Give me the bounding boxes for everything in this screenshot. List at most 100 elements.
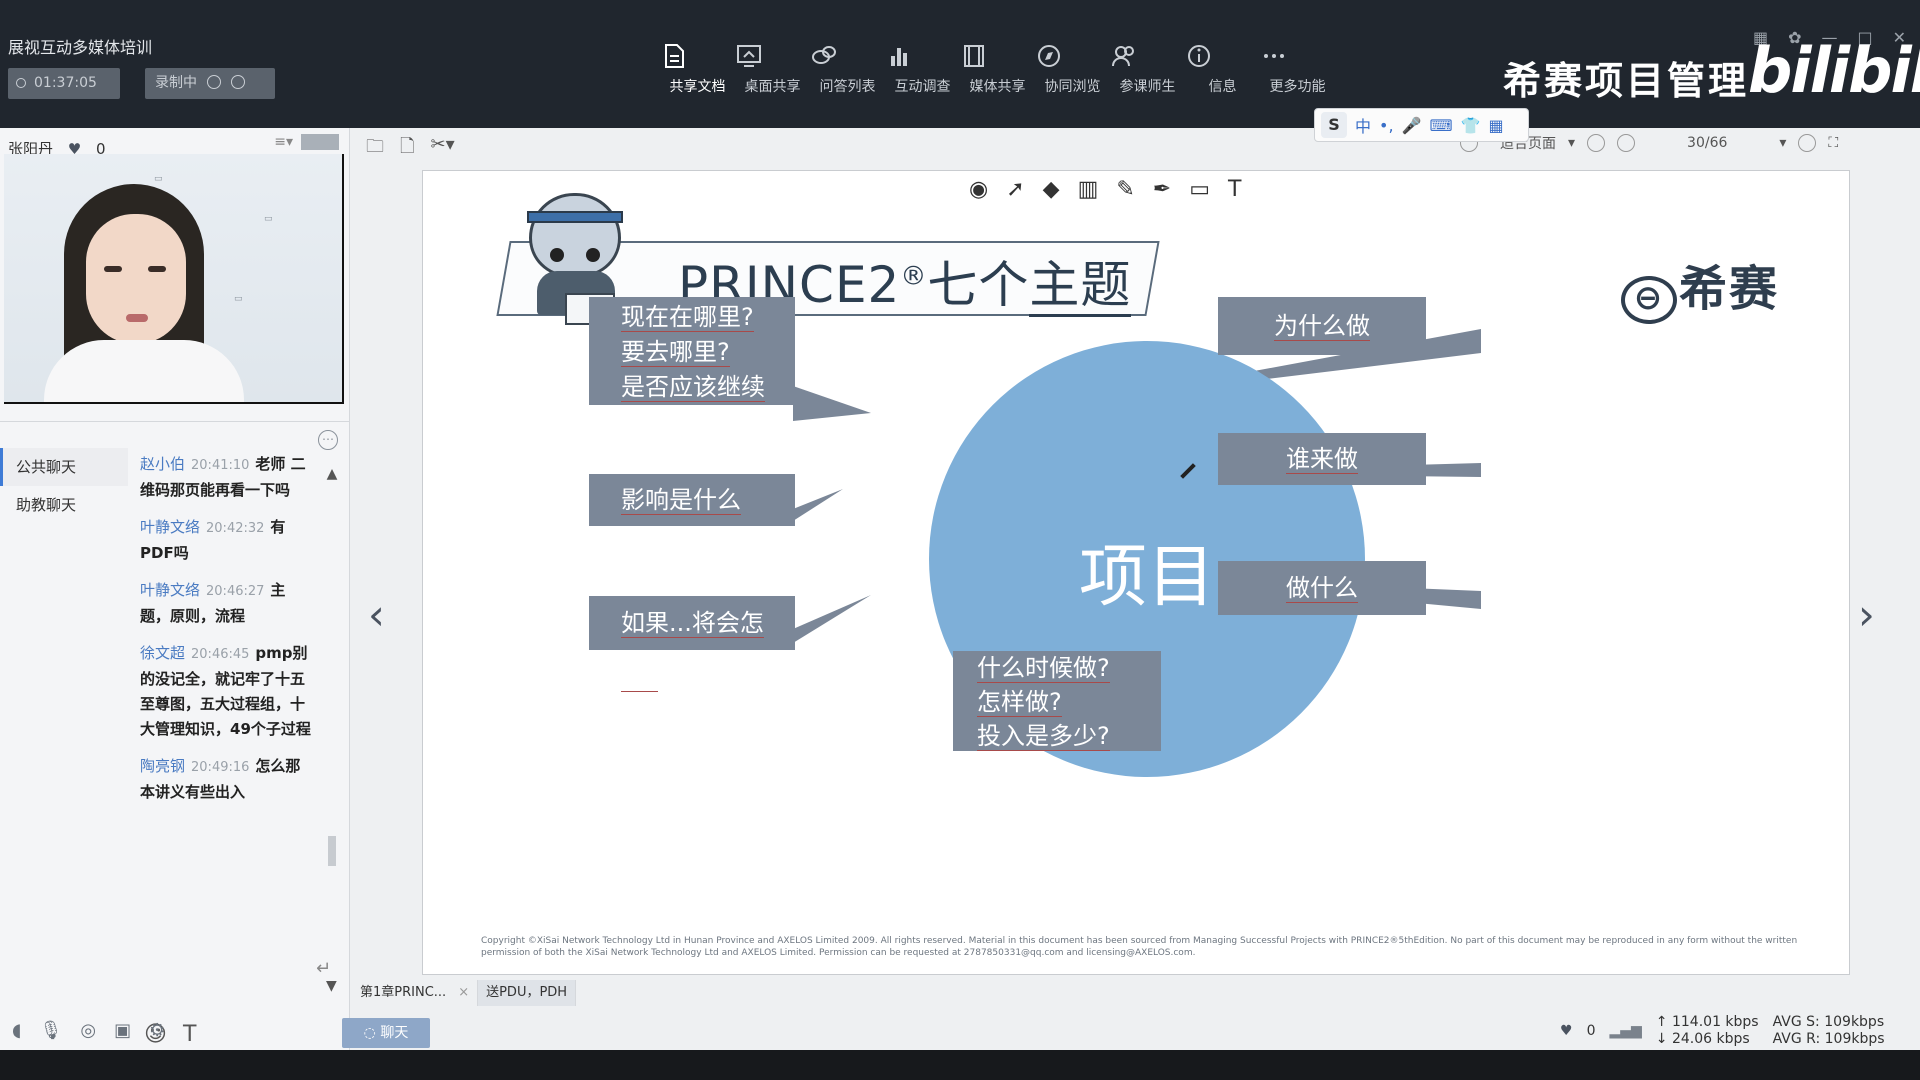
annotation-toolbar: ◉ ➚ ◆ ▥ ✎ ✒ ▭ T: [969, 177, 1241, 202]
chevron-down-icon[interactable]: ▼: [326, 978, 337, 994]
box-text: 什么时候做?: [977, 654, 1110, 683]
doc-tab[interactable]: 第1章PRINC... ×: [352, 980, 479, 1006]
fullscreen-icon[interactable]: ⛶: [1828, 135, 1838, 151]
tab-assistant-chat[interactable]: 助教聊天: [0, 486, 128, 524]
doc-tab[interactable]: 送PDU，PDH: [478, 980, 577, 1006]
chat-options-icon[interactable]: ⋯: [318, 430, 338, 450]
more-icon: [1264, 54, 1284, 58]
clock-icon: [16, 78, 26, 88]
screen-icon[interactable]: ▣: [114, 1020, 131, 1041]
box-line: 现在在哪里?: [589, 297, 795, 335]
apps-icon[interactable]: ▦: [1488, 116, 1503, 135]
users-icon: [1112, 46, 1134, 67]
enter-icon[interactable]: ↵: [316, 958, 331, 979]
chat-time: 20:41:10: [191, 458, 250, 473]
tool-desktop-share[interactable]: 桌面共享: [735, 42, 810, 106]
scroll-thumb[interactable]: [328, 836, 336, 866]
upload-icon: ↑: [1655, 1014, 1672, 1030]
pause-icon[interactable]: [207, 75, 221, 89]
connector: [793, 489, 843, 521]
presenter-face: [86, 214, 186, 344]
cursor-icon[interactable]: ➚: [1006, 177, 1024, 202]
folder-icon[interactable]: 🗀: [366, 134, 384, 164]
box-text: 投入是多少?: [977, 722, 1110, 751]
skin-icon[interactable]: 👕: [1461, 116, 1481, 135]
prev-slide-icon[interactable]: ‹: [368, 590, 385, 639]
presenter-video: ▭ ▭ ▭: [4, 154, 344, 404]
chat-scrollbar[interactable]: ▲: [325, 466, 339, 876]
tool-more[interactable]: 更多功能: [1260, 42, 1335, 106]
gear-icon[interactable]: ⚙: [149, 1020, 165, 1041]
text-format-icon[interactable]: T: [183, 1022, 196, 1047]
stop-icon[interactable]: [231, 75, 245, 89]
record-status[interactable]: 录制中: [145, 68, 275, 99]
tool-label: 问答列表: [819, 79, 876, 95]
chevron-up-icon[interactable]: ▲: [325, 466, 339, 482]
punctuation-icon[interactable]: •,: [1379, 116, 1394, 135]
box-text: 影响是什么: [621, 486, 741, 515]
wall-mark: ▭: [264, 214, 273, 224]
pen-icon[interactable]: ✒: [1153, 177, 1171, 202]
zoom-out-icon[interactable]: [1587, 134, 1606, 152]
box-text: 为什么做: [1274, 312, 1370, 341]
chevron-down-icon[interactable]: ▾: [1779, 135, 1786, 151]
chat-user[interactable]: 赵小伯: [140, 455, 185, 473]
chat-button[interactable]: ◌ 聊天: [342, 1018, 430, 1048]
microphone-icon[interactable]: 🎙: [39, 1020, 62, 1041]
tool-info[interactable]: 信息: [1185, 42, 1260, 106]
scissors-icon[interactable]: ✂▾: [430, 134, 454, 164]
tool-label: 更多功能: [1269, 79, 1326, 95]
doc-tab-label: 第1章PRINC...: [360, 985, 447, 1000]
video-toggle-button[interactable]: [301, 134, 339, 150]
speaker-icon[interactable]: ◖: [12, 1020, 21, 1041]
chat-bubble-icon: ◌: [363, 1025, 381, 1041]
tab-public-chat[interactable]: 公共聊天: [0, 448, 128, 486]
record-dot-icon[interactable]: ◉: [969, 177, 988, 202]
chat-user[interactable]: 叶静文络: [140, 581, 200, 599]
tool-label: 信息: [1208, 79, 1237, 95]
tool-co-browse[interactable]: 协同浏览: [1035, 42, 1110, 106]
tool-qa-list[interactable]: 问答列表: [810, 42, 885, 106]
heart-icon[interactable]: ♥: [1560, 1023, 1573, 1039]
title-underlined: 主题: [1029, 256, 1132, 317]
keyboard-icon[interactable]: ⌨: [1429, 116, 1452, 135]
chevron-down-icon[interactable]: ▾: [1568, 135, 1575, 151]
record-label: 录制中: [155, 75, 197, 91]
title-registered: ®: [900, 261, 928, 292]
rectangle-icon[interactable]: ▭: [1189, 177, 1210, 202]
app-title: 展视互动多媒体培训: [8, 38, 153, 57]
tool-interactive-poll[interactable]: 互动调查: [885, 42, 960, 106]
clear-icon[interactable]: ▥: [1078, 177, 1099, 202]
chat-tabs: 公共聊天 助教聊天: [0, 448, 128, 524]
network-stats: ♥ 0 ▂▄▆ ↑ 114.01 kbps ↓ 24.06 kbps AVG S…: [1560, 1014, 1885, 1048]
prev-page-icon[interactable]: [1617, 134, 1636, 152]
page-indicator[interactable]: 30/66: [1687, 135, 1727, 151]
chat-user[interactable]: 徐文超: [140, 644, 185, 662]
chat-user[interactable]: 叶静文络: [140, 518, 200, 536]
chat-user[interactable]: 陶亮钢: [140, 757, 185, 775]
eraser-icon[interactable]: ◆: [1043, 177, 1060, 202]
highlighter-icon[interactable]: ✎: [1116, 177, 1134, 202]
text-tool-icon[interactable]: T: [1228, 177, 1241, 202]
box-impact: 影响是什么: [589, 474, 795, 526]
cat-eye: [586, 248, 600, 262]
close-icon[interactable]: ×: [458, 985, 469, 1000]
sogou-icon[interactable]: S: [1321, 112, 1347, 138]
box-where-now: 现在在哪里? 要去哪里? 是否应该继续: [589, 297, 795, 405]
file-icon[interactable]: 🗋: [400, 134, 414, 164]
mouth: [126, 314, 148, 322]
tool-label: 媒体共享: [969, 79, 1026, 95]
cat-headband: [527, 211, 623, 223]
timer-value: 01:37:05: [34, 75, 97, 91]
xisai-mark-icon: ⊖: [1621, 276, 1677, 324]
tool-participants[interactable]: 参课师生: [1110, 42, 1185, 106]
tool-media-share[interactable]: 媒体共享: [960, 42, 1035, 106]
camera-icon[interactable]: ◎: [80, 1020, 96, 1041]
microphone-icon[interactable]: 🎤: [1402, 116, 1422, 135]
list-icon[interactable]: ≡▾: [274, 134, 293, 150]
ime-lang[interactable]: 中: [1355, 113, 1371, 137]
rate-values: ↑ 114.01 kbps ↓ 24.06 kbps: [1656, 1014, 1759, 1048]
next-slide-icon[interactable]: ›: [1858, 590, 1875, 639]
tool-shared-document[interactable]: 共享文档: [660, 42, 735, 106]
next-page-icon[interactable]: [1798, 134, 1817, 152]
